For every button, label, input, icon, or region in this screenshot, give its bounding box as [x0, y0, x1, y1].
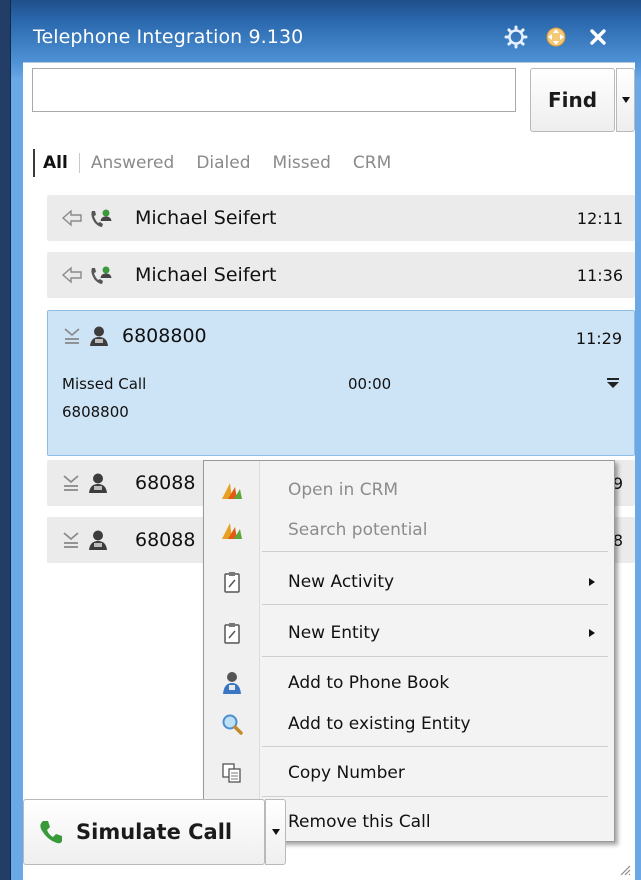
menu-item-open-in-crm[interactable]: Open in CRM [204, 473, 614, 507]
call-time: 12:11 [576, 208, 623, 228]
call-context-menu: Open in CRM Search potential New Activit… [203, 460, 615, 842]
caller-name: 6808800 [122, 325, 207, 347]
tab-answered[interactable]: Answered [80, 153, 186, 173]
crm-logo-icon [222, 523, 242, 539]
call-time: 11:36 [576, 265, 623, 285]
menu-item-label: Open in CRM [288, 480, 399, 500]
unknown-person-icon [89, 473, 107, 493]
find-button-label: Find [547, 88, 598, 112]
menu-item-label: New Activity [288, 572, 395, 592]
caller-name: Michael Seifert [135, 207, 277, 229]
filter-tabs: All Answered Dialed Missed CRM [33, 149, 402, 177]
menu-item-new-entity[interactable]: New Entity [204, 615, 614, 651]
settings-gear-icon[interactable] [503, 24, 529, 50]
menu-item-label: New Entity [288, 623, 381, 643]
missed-call-icon [63, 532, 79, 548]
menu-item-add-to-existing-entity[interactable]: Add to existing Entity [204, 706, 614, 742]
caller-name: 68088 [135, 472, 196, 494]
telephone-integration-window: Telephone Integration 9.130 Find All Ans… [10, 0, 641, 880]
chevron-down-icon [271, 829, 280, 835]
phone-icon [40, 821, 62, 844]
menu-item-new-activity[interactable]: New Activity [204, 564, 614, 600]
client-area: Find All Answered Dialed Missed CRM Mich… [23, 62, 635, 880]
simulate-call-label: Simulate Call [76, 820, 233, 844]
move-window-icon[interactable] [543, 24, 569, 50]
menu-item-add-to-phone-book[interactable]: Add to Phone Book [204, 665, 614, 701]
find-dropdown-button[interactable] [616, 68, 635, 132]
contact-phone-icon [91, 266, 112, 284]
menu-separator [262, 656, 608, 657]
menu-separator [262, 746, 608, 747]
incoming-arrow-icon [61, 209, 82, 227]
menu-separator [262, 796, 608, 797]
call-status: Missed Call [62, 375, 147, 393]
submenu-arrow-icon [589, 629, 595, 637]
tab-missed[interactable]: Missed [262, 153, 342, 173]
find-button[interactable]: Find [530, 68, 615, 132]
magnifier-icon [222, 714, 243, 735]
close-icon[interactable] [585, 24, 611, 50]
missed-call-icon [63, 475, 79, 491]
menu-separator [262, 551, 608, 552]
contact-phone-icon [91, 209, 112, 227]
call-list-item[interactable]: Michael Seifert 11:36 [47, 252, 635, 298]
tab-dialed[interactable]: Dialed [185, 153, 261, 173]
tab-all[interactable]: All [35, 153, 80, 173]
person-add-icon [223, 672, 241, 694]
search-input[interactable] [32, 68, 516, 112]
tab-crm[interactable]: CRM [342, 153, 402, 173]
expand-down-icon[interactable] [606, 377, 620, 389]
menu-item-label: Copy Number [288, 763, 405, 783]
caller-name: 68088 [135, 529, 196, 551]
call-time: 11:29 [575, 329, 622, 348]
call-number: 6808800 [62, 403, 129, 421]
simulate-call-button[interactable]: Simulate Call [23, 799, 265, 865]
submenu-arrow-icon [589, 578, 595, 586]
title-bar[interactable]: Telephone Integration 9.130 [11, 0, 641, 62]
incoming-arrow-icon [61, 266, 82, 284]
menu-separator [262, 604, 608, 605]
call-duration: 00:00 [348, 375, 392, 393]
call-list-item[interactable]: Michael Seifert 12:11 [47, 195, 635, 241]
crm-logo-icon [222, 483, 242, 499]
clipboard-icon [224, 623, 240, 644]
menu-item-label: Search potential [288, 520, 428, 540]
menu-item-copy-number[interactable]: Copy Number [204, 755, 614, 791]
menu-item-label: Add to existing Entity [288, 714, 471, 734]
desktop-edge [0, 0, 10, 880]
menu-item-search-potential[interactable]: Search potential [204, 513, 614, 547]
call-list-item-expanded[interactable]: 6808800 11:29 Missed Call 00:00 6808800 [47, 310, 635, 456]
resize-grip-icon[interactable] [617, 862, 631, 876]
window-title: Telephone Integration 9.130 [33, 26, 304, 48]
menu-item-label: Add to Phone Book [288, 673, 450, 693]
clipboard-icon [224, 572, 240, 593]
simulate-call-dropdown[interactable] [265, 799, 286, 865]
unknown-person-icon [89, 530, 107, 550]
caller-name: Michael Seifert [135, 264, 277, 286]
unknown-person-icon [90, 326, 108, 346]
copy-icon [222, 763, 241, 783]
chevron-down-icon [621, 97, 630, 103]
missed-call-icon [64, 328, 80, 344]
